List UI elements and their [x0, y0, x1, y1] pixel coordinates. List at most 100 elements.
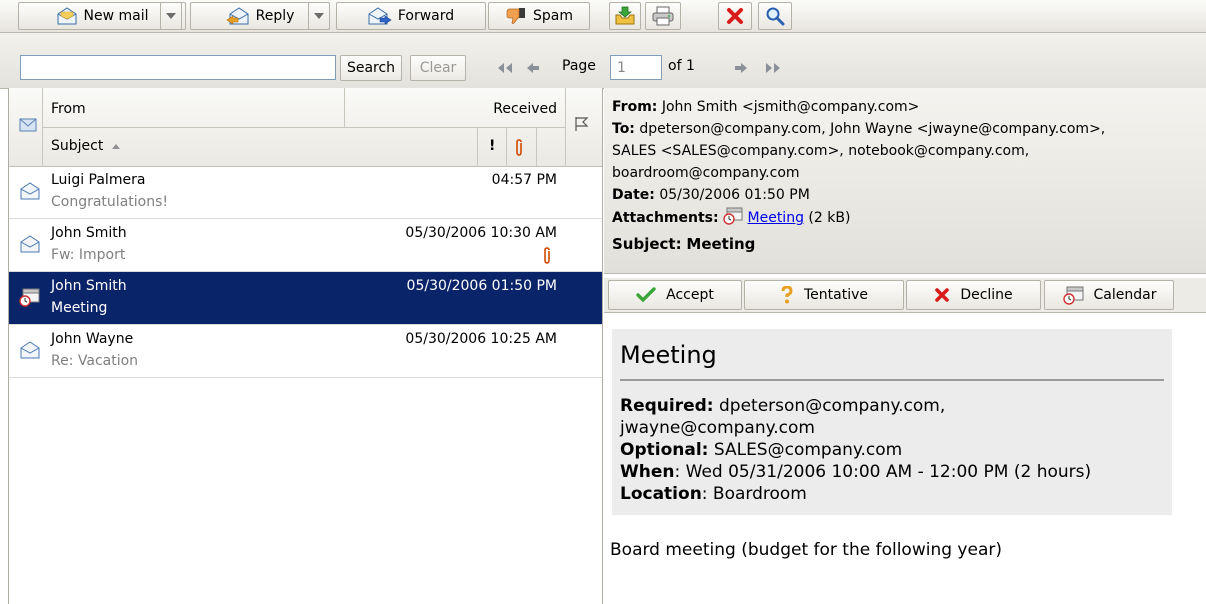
- print-button[interactable]: [645, 2, 681, 30]
- message-list-header: From Received Subject !: [9, 88, 602, 167]
- spam-button[interactable]: Spam: [488, 2, 590, 30]
- thumbs-down-icon: [505, 7, 527, 25]
- to-value-line3: boardroom@company.com: [612, 165, 800, 181]
- header-from: From: John Smith <jsmith@company.com>: [612, 97, 919, 117]
- receive-button[interactable]: [609, 2, 641, 30]
- search-input[interactable]: [20, 55, 336, 80]
- column-subject[interactable]: Subject: [51, 138, 121, 154]
- message-list-pane: From Received Subject ! Luigi Palmera Co…: [8, 88, 603, 604]
- search-button-label: Search: [346, 60, 396, 76]
- reply-icon: [226, 7, 250, 25]
- previous-page-icon[interactable]: [526, 62, 540, 74]
- meeting-action-bar: Accept Tentative Decline Calendar: [604, 278, 1206, 313]
- calendar-attachment-icon: [723, 207, 743, 225]
- column-subject-label: Subject: [51, 138, 104, 154]
- search-button-toolbar[interactable]: [758, 2, 792, 30]
- tentative-button[interactable]: Tentative: [744, 280, 904, 310]
- message-subject: Re: Vacation: [51, 353, 139, 369]
- subject-value: Meeting: [686, 235, 756, 253]
- message-row-john-smith-import[interactable]: John Smith Fw: Import 05/30/2006 10:30 A…: [9, 219, 602, 272]
- message-from: Luigi Palmera: [51, 172, 146, 188]
- clear-button[interactable]: Clear: [410, 55, 466, 81]
- new-mail-label: New mail: [83, 8, 149, 24]
- meeting-when: When: Wed 05/31/2006 10:00 AM - 12:00 PM…: [620, 461, 1091, 483]
- to-label: To:: [612, 121, 635, 137]
- column-attachment-clip-icon[interactable]: [513, 139, 525, 157]
- sort-ascending-icon: [111, 142, 121, 150]
- location-value: : Boardroom: [701, 484, 807, 504]
- envelope-icon: [20, 235, 40, 253]
- tentative-label: Tentative: [803, 287, 868, 303]
- meeting-divider: [620, 379, 1164, 381]
- decline-x-icon: [934, 287, 950, 303]
- meeting-title: Meeting: [620, 341, 717, 369]
- attachment-size: (2 kB): [808, 210, 851, 226]
- attachments-label: Attachments:: [612, 210, 719, 226]
- message-received: 05/30/2006 10:30 AM: [405, 225, 557, 241]
- header-attachments: Attachments: Meeting (2 kB): [612, 207, 850, 228]
- header-date: Date: 05/30/2006 01:50 PM: [612, 185, 810, 205]
- column-received[interactable]: Received: [493, 101, 557, 117]
- envelope-icon: [20, 341, 40, 359]
- print-icon: [652, 6, 674, 26]
- main-toolbar: New mail Reply Forward Spam: [0, 0, 1206, 33]
- message-header: From: John Smith <jsmith@company.com> To…: [604, 88, 1206, 274]
- spam-label: Spam: [533, 8, 573, 24]
- new-mail-dropdown[interactable]: [160, 2, 182, 30]
- chevron-down-icon: [314, 13, 324, 19]
- checkmark-icon: [636, 287, 656, 303]
- message-row-luigi-palmera[interactable]: Luigi Palmera Congratulations! 04:57 PM: [9, 166, 602, 219]
- search-bar: Search Clear Page of 1: [0, 33, 1206, 89]
- last-page-icon[interactable]: [764, 62, 784, 74]
- chevron-down-icon: [166, 13, 176, 19]
- search-button[interactable]: Search: [340, 55, 402, 81]
- message-body: Board meeting (budget for the following …: [610, 540, 1002, 560]
- message-subject: Fw: Import: [51, 247, 126, 263]
- envelope-icon: [20, 182, 40, 200]
- delete-icon: [726, 7, 744, 25]
- next-page-icon[interactable]: [734, 62, 748, 74]
- when-value: : Wed 05/31/2006 10:00 AM - 12:00 PM (2 …: [674, 462, 1092, 482]
- question-mark-icon: [780, 286, 794, 304]
- forward-button[interactable]: Forward: [336, 2, 486, 30]
- decline-button[interactable]: Decline: [906, 280, 1041, 310]
- delete-button[interactable]: [718, 2, 752, 30]
- first-page-icon[interactable]: [494, 62, 514, 74]
- message-from: John Wayne: [51, 331, 134, 347]
- from-value: John Smith <jsmith@company.com>: [661, 99, 920, 115]
- date-value: 05/30/2006 01:50 PM: [659, 187, 810, 203]
- header-subject: Subject: Meeting: [612, 234, 755, 254]
- forward-label: Forward: [397, 8, 455, 24]
- required-label: Required:: [620, 396, 714, 416]
- meeting-required: Required: dpeterson@company.com,: [620, 395, 945, 417]
- attachment-clip-icon: [541, 247, 553, 265]
- message-row-john-smith-meeting[interactable]: John Smith Meeting 05/30/2006 01:50 PM: [9, 272, 602, 325]
- reply-dropdown[interactable]: [308, 2, 330, 30]
- envelope-column-icon: [19, 118, 37, 132]
- calendar-label: Calendar: [1093, 287, 1157, 303]
- optional-label: Optional:: [620, 440, 709, 460]
- message-subject: Meeting: [51, 300, 108, 316]
- attachment-link[interactable]: Meeting: [748, 210, 804, 226]
- date-label: Date:: [612, 187, 655, 203]
- column-from[interactable]: From: [51, 101, 86, 117]
- header-to: To: dpeterson@company.com, John Wayne <j…: [612, 119, 1105, 139]
- when-label: When: [620, 462, 675, 482]
- calendar-icon: [1062, 285, 1084, 305]
- column-importance[interactable]: !: [489, 138, 495, 154]
- message-row-john-wayne[interactable]: John Wayne Re: Vacation 05/30/2006 10:25…: [9, 325, 602, 378]
- reading-pane: From: John Smith <jsmith@company.com> To…: [604, 88, 1206, 604]
- meeting-optional: Optional: SALES@company.com: [620, 439, 902, 461]
- to-value-line2: SALES <SALES@company.com>, notebook@comp…: [612, 143, 1030, 159]
- to-value-line1: dpeterson@company.com, John Wayne <jwayn…: [639, 121, 1106, 137]
- from-label: From:: [612, 99, 658, 115]
- flag-column-icon[interactable]: [574, 116, 590, 132]
- clear-button-label: Clear: [419, 60, 457, 76]
- calendar-button[interactable]: Calendar: [1044, 280, 1174, 310]
- required-line2: jwayne@company.com: [620, 418, 815, 438]
- accept-button[interactable]: Accept: [608, 280, 742, 310]
- forward-icon: [368, 7, 392, 25]
- reply-label: Reply: [255, 8, 295, 24]
- page-input[interactable]: [610, 55, 662, 80]
- mail-icon: [56, 7, 78, 25]
